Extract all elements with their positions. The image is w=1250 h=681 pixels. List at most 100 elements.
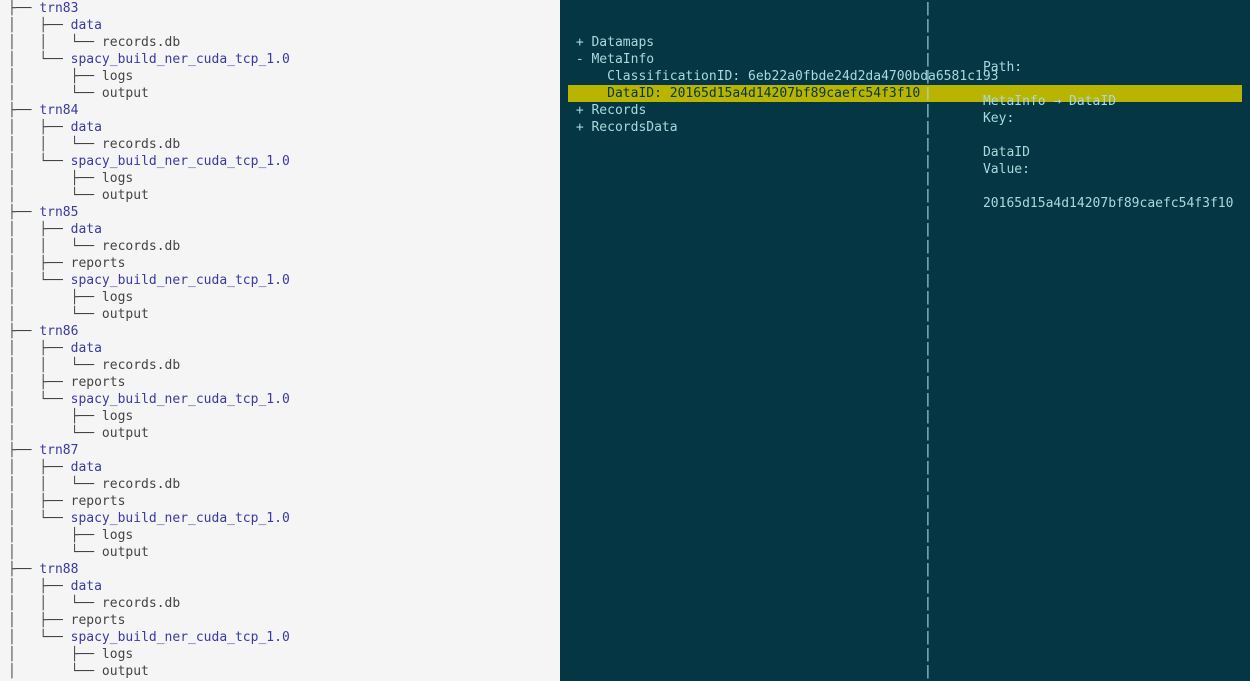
folder-label: data	[71, 222, 102, 237]
separator-glyph: |	[924, 119, 932, 136]
file-label: output	[102, 307, 149, 322]
file-label: output	[102, 86, 149, 101]
folder-label: trn84	[39, 103, 78, 118]
detail-key-label: Key:	[983, 111, 1014, 126]
separator-glyph: |	[924, 527, 932, 544]
separator-glyph: |	[924, 34, 932, 51]
detail-pane: Path: MetaInfo → DataID Key: DataID Valu…	[936, 8, 1242, 195]
separator-glyph: |	[924, 578, 932, 595]
folder-label: trn86	[39, 324, 78, 339]
folder-label: data	[71, 579, 102, 594]
folder-label: spacy_build_ner_cuda_tcp_1.0	[71, 154, 290, 169]
separator-glyph: |	[924, 187, 932, 204]
detail-value-label: Value:	[983, 162, 1030, 177]
folder-label: trn85	[39, 205, 78, 220]
separator-glyph: |	[924, 306, 932, 323]
file-tree-row[interactable]: ├── trn85	[8, 204, 552, 221]
separator-glyph: |	[924, 612, 932, 629]
file-tree-row[interactable]: │ └── output	[8, 306, 552, 323]
file-tree-row[interactable]: │ │ └── records.db	[8, 238, 552, 255]
file-label: reports	[71, 494, 126, 509]
file-tree-row[interactable]: ├── trn86	[8, 323, 552, 340]
separator-glyph: |	[924, 561, 932, 578]
file-tree-row[interactable]: ├── trn83	[8, 0, 552, 17]
file-label: logs	[102, 290, 133, 305]
detail-path-label: Path:	[983, 60, 1022, 75]
json-tree-label: Datamaps	[591, 35, 654, 50]
file-label: records.db	[102, 596, 180, 611]
file-label: logs	[102, 528, 133, 543]
file-tree-row[interactable]: │ └── output	[8, 85, 552, 102]
file-tree-row[interactable]: │ └── spacy_build_ner_cuda_tcp_1.0	[8, 510, 552, 527]
file-tree-row[interactable]: │ ├── data	[8, 459, 552, 476]
file-tree-row[interactable]: │ └── spacy_build_ner_cuda_tcp_1.0	[8, 272, 552, 289]
separator-glyph: |	[924, 85, 932, 102]
separator-glyph: |	[924, 289, 932, 306]
detail-path-value: MetaInfo → DataID	[983, 94, 1116, 109]
file-label: output	[102, 188, 149, 203]
separator-glyph: |	[924, 51, 932, 68]
file-tree-row[interactable]: │ ├── data	[8, 221, 552, 238]
separator-glyph: |	[924, 340, 932, 357]
file-tree-row[interactable]: │ ├── data	[8, 17, 552, 34]
separator-glyph: |	[924, 0, 932, 17]
file-tree-row[interactable]: │ └── spacy_build_ner_cuda_tcp_1.0	[8, 391, 552, 408]
file-label: reports	[71, 256, 126, 271]
folder-label: data	[71, 18, 102, 33]
file-tree-row[interactable]: │ │ └── records.db	[8, 595, 552, 612]
file-label: logs	[102, 69, 133, 84]
folder-label: data	[71, 341, 102, 356]
folder-label: spacy_build_ner_cuda_tcp_1.0	[71, 630, 290, 645]
separator-glyph: |	[924, 476, 932, 493]
json-tree-pane[interactable]: + Datamaps - MetaInfo ClassificationID: …	[560, 0, 1250, 681]
file-tree-row[interactable]: │ │ └── records.db	[8, 136, 552, 153]
file-tree-row[interactable]: │ ├── logs	[8, 527, 552, 544]
file-tree-row[interactable]: │ │ └── records.db	[8, 34, 552, 51]
separator-glyph: |	[924, 442, 932, 459]
folder-label: trn88	[39, 562, 78, 577]
file-tree-row[interactable]: │ └── spacy_build_ner_cuda_tcp_1.0	[8, 153, 552, 170]
file-label: reports	[71, 613, 126, 628]
file-label: logs	[102, 171, 133, 186]
folder-label: data	[71, 460, 102, 475]
separator-glyph: |	[924, 323, 932, 340]
file-tree-row[interactable]: ├── trn84	[8, 102, 552, 119]
file-tree-row[interactable]: │ └── spacy_build_ner_cuda_tcp_1.0	[8, 51, 552, 68]
file-tree-row[interactable]: │ ├── logs	[8, 68, 552, 85]
file-tree-row[interactable]: ├── trn88	[8, 561, 552, 578]
file-tree-row[interactable]: │ │ └── records.db	[8, 357, 552, 374]
file-tree-row[interactable]: │ ├── reports	[8, 255, 552, 272]
separator-glyph: |	[924, 646, 932, 663]
file-tree-row[interactable]: │ ├── reports	[8, 493, 552, 510]
file-tree-row[interactable]: │ ├── data	[8, 578, 552, 595]
file-label: records.db	[102, 239, 180, 254]
separator-glyph: |	[924, 136, 932, 153]
file-tree-row[interactable]: │ └── output	[8, 544, 552, 561]
file-tree-row[interactable]: │ └── spacy_build_ner_cuda_tcp_1.0	[8, 629, 552, 646]
file-tree-row[interactable]: │ ├── logs	[8, 646, 552, 663]
file-tree-row[interactable]: │ ├── reports	[8, 374, 552, 391]
file-tree-row[interactable]: │ └── output	[8, 187, 552, 204]
file-tree-row[interactable]: │ ├── logs	[8, 170, 552, 187]
separator-glyph: |	[924, 68, 932, 85]
file-label: reports	[71, 375, 126, 390]
folder-label: spacy_build_ner_cuda_tcp_1.0	[71, 52, 290, 67]
separator-glyph: |	[924, 221, 932, 238]
separator-glyph: |	[924, 272, 932, 289]
file-tree-row[interactable]: │ │ └── records.db	[8, 476, 552, 493]
file-tree-row[interactable]: │ ├── data	[8, 119, 552, 136]
file-tree-row[interactable]: │ ├── logs	[8, 289, 552, 306]
file-label: records.db	[102, 477, 180, 492]
detail-value-value: 20165d15a4d14207bf89caefc54f3f10	[983, 196, 1233, 211]
file-label: records.db	[102, 358, 180, 373]
separator-glyph: |	[924, 510, 932, 527]
file-tree-row[interactable]: │ ├── logs	[8, 408, 552, 425]
file-tree-row[interactable]: │ └── output	[8, 663, 552, 680]
file-tree-row[interactable]: │ ├── data	[8, 340, 552, 357]
file-tree-row[interactable]: │ ├── reports	[8, 612, 552, 629]
file-tree-pane[interactable]: ├── trn83│ ├── data│ │ └── records.db│ └…	[0, 0, 560, 681]
file-tree-row[interactable]: ├── trn87	[8, 442, 552, 459]
file-label: records.db	[102, 35, 180, 50]
file-tree-row[interactable]: │ └── output	[8, 425, 552, 442]
separator-glyph: |	[924, 408, 932, 425]
